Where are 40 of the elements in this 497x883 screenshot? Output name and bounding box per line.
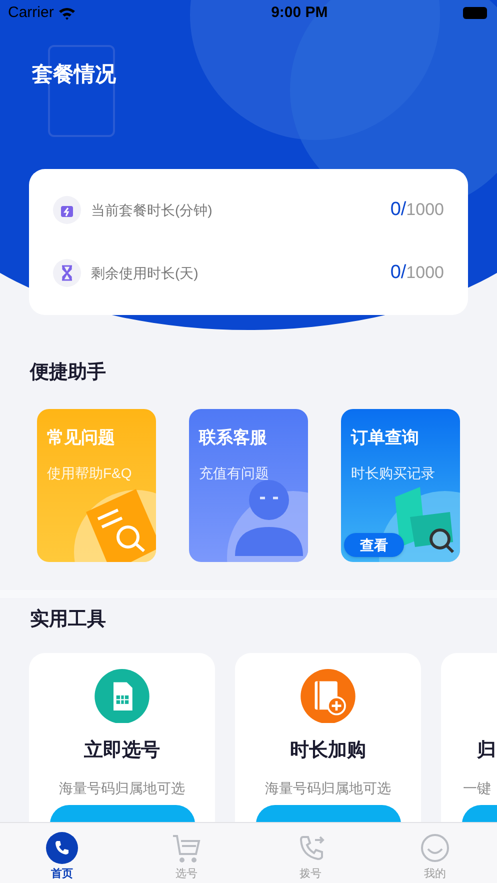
tool-subtitle: 海量号码归属地可选	[59, 778, 185, 798]
tool-card[interactable]: 立即选号 海量号码归属地可选	[29, 652, 215, 822]
hourglass-icon	[53, 259, 81, 287]
tool-title: 归	[477, 739, 496, 764]
plan-value: 0/1000	[390, 260, 444, 285]
plan-label: 当前套餐时长(分钟)	[91, 200, 212, 220]
carrier-label: Carrier	[8, 2, 54, 23]
book-plus-icon	[299, 668, 357, 724]
battery-icon	[462, 7, 489, 19]
phone-icon	[46, 832, 78, 864]
tool-card[interactable]: 归 一键	[441, 652, 497, 822]
card-title: 订单查询	[351, 427, 419, 449]
section-title: 实用工具	[30, 608, 107, 632]
tab-item[interactable]: 选号	[124, 823, 248, 883]
sim-card-icon	[93, 668, 151, 724]
tab-item[interactable]: 拨号	[248, 823, 373, 883]
plan-value: 0/1000	[390, 198, 444, 222]
tool-title: 立即选号	[84, 738, 160, 764]
clock-time: 9:00 PM	[271, 2, 328, 23]
battery-bolt-icon	[53, 196, 81, 224]
page-title: 套餐情况	[32, 62, 117, 88]
wifi-icon	[58, 6, 76, 20]
cart-icon	[170, 832, 202, 864]
shortcut-card[interactable]: 订单查询 时长购买记录 查看	[341, 409, 460, 562]
tab-item[interactable]: 我的	[372, 823, 497, 883]
card-title: 联系客服	[199, 427, 267, 449]
smiley-icon	[418, 832, 451, 864]
tool-card[interactable]: 时长加购 海量号码归属地可选	[235, 652, 421, 822]
section-title: 便捷助手	[30, 360, 107, 384]
shortcut-card[interactable]: 联系客服 充值有问题	[189, 409, 308, 562]
tool-title: 时长加购	[290, 739, 366, 764]
tool-subtitle: 海量号码归属地可选	[265, 778, 391, 798]
view-button[interactable]: 查看	[344, 533, 404, 557]
plan-label: 剩余使用时长(天)	[91, 264, 198, 283]
card-subtitle: 使用帮助F&Q	[47, 464, 132, 483]
card-subtitle: 时长购买记录	[351, 464, 435, 482]
card-subtitle: 充值有问题	[199, 464, 269, 482]
tool-subtitle: 一键	[463, 778, 491, 798]
tab-item[interactable]: 首页	[0, 823, 124, 883]
card-title: 常见问题	[47, 427, 115, 449]
